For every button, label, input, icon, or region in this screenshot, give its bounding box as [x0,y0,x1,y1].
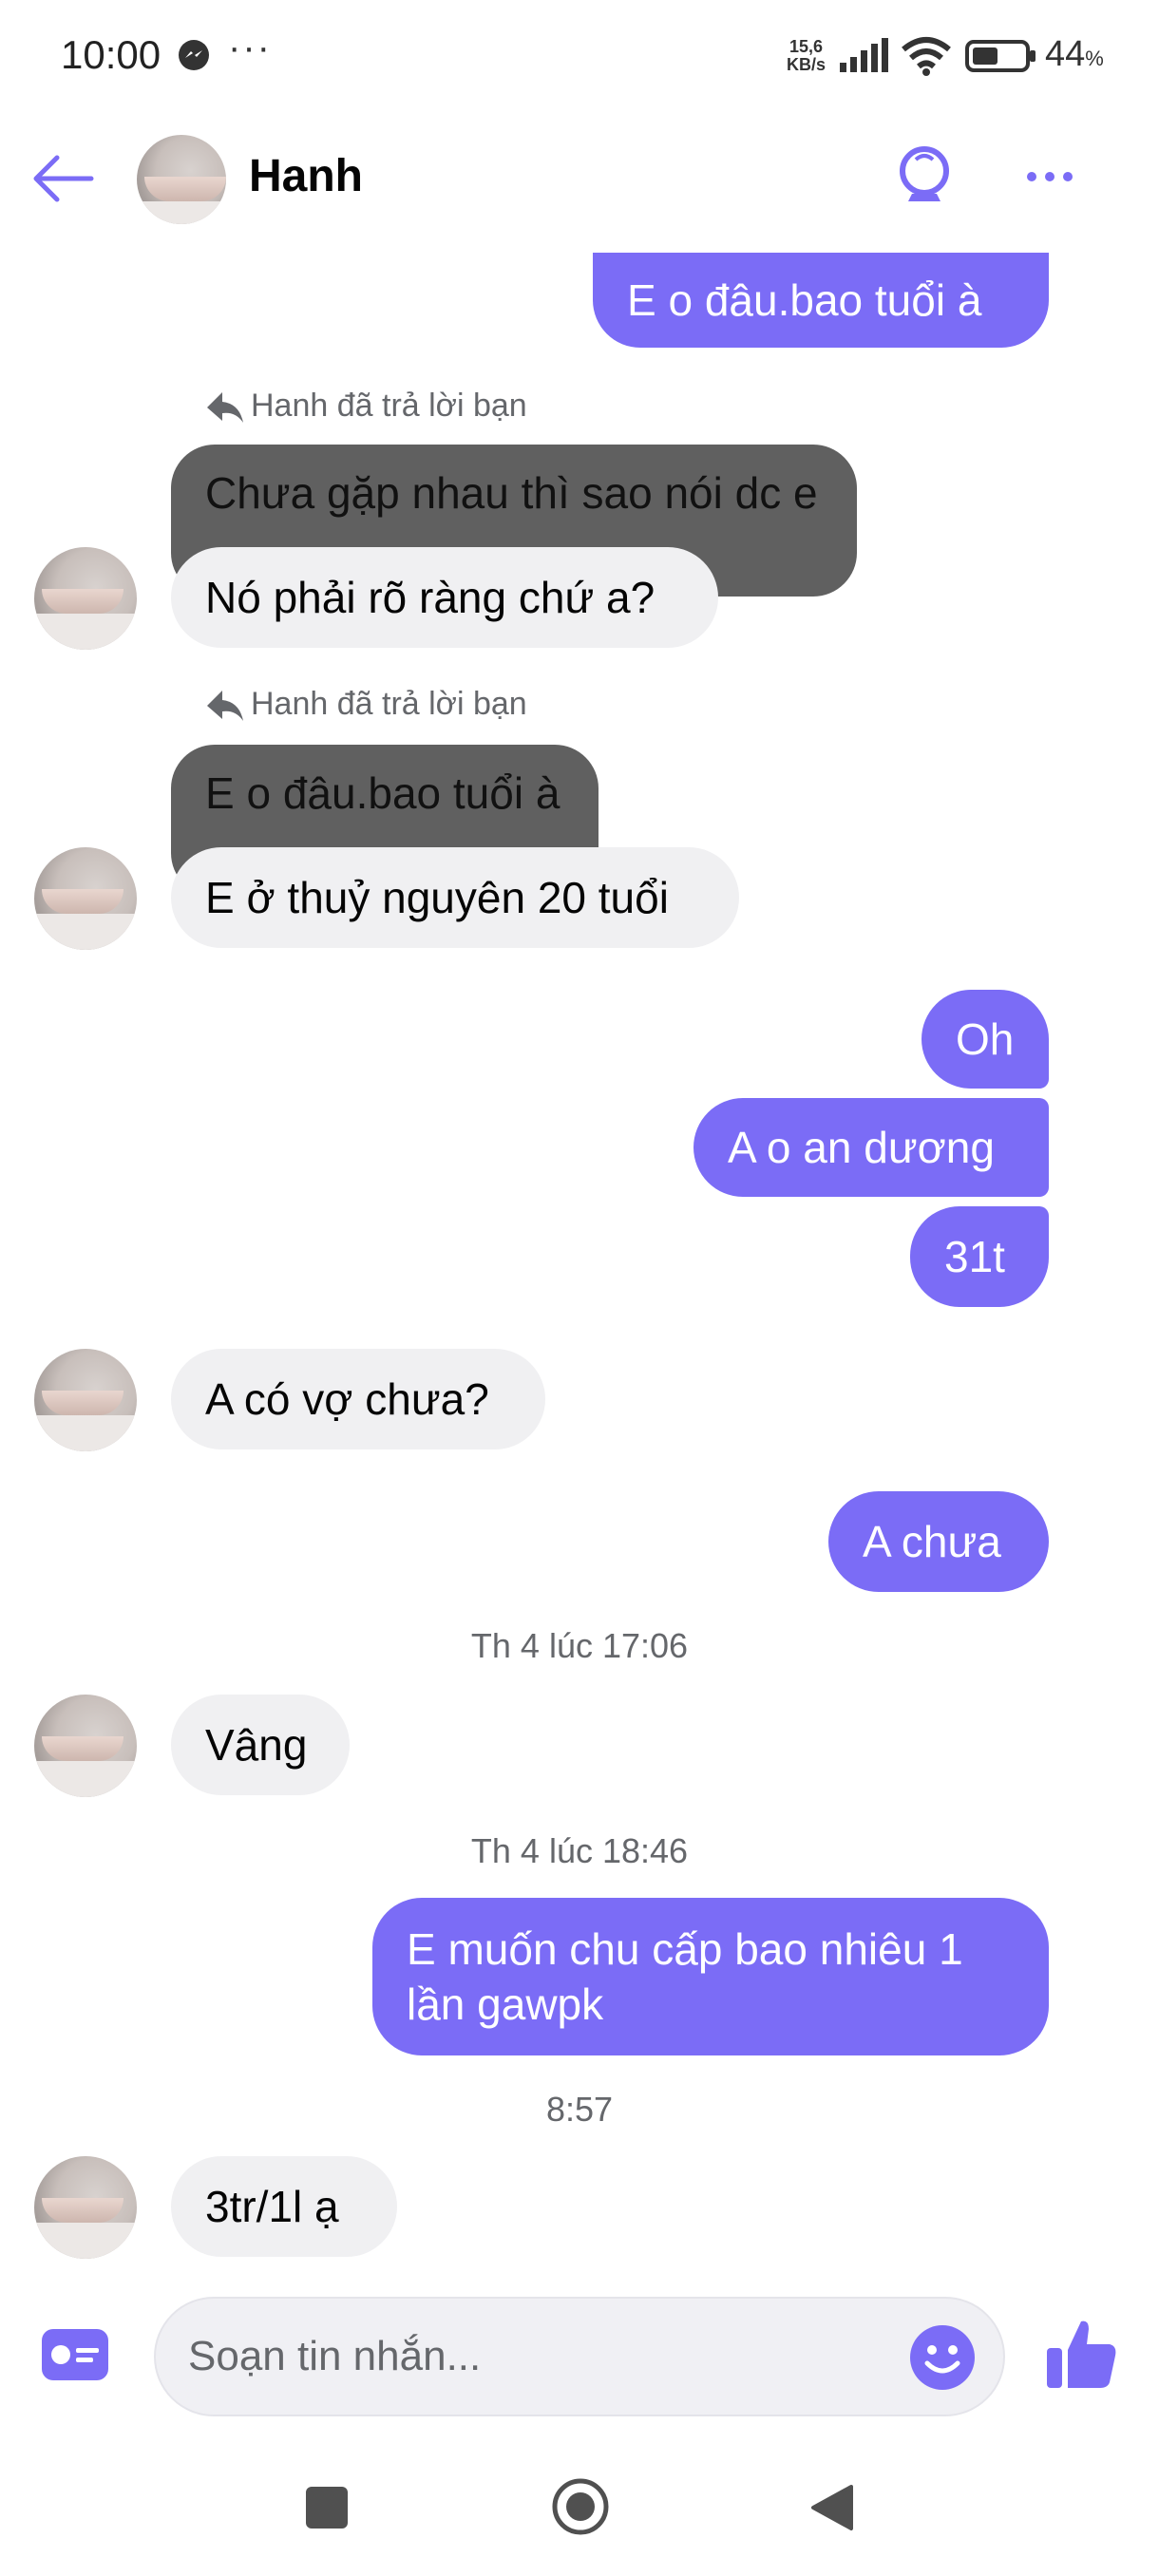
contact-avatar[interactable] [34,1695,137,1797]
battery-percent-unit: % [1085,47,1104,70]
signal-icon [840,38,888,72]
lightbulb-icon[interactable] [893,144,956,211]
message-input-placeholder[interactable]: Soạn tin nhắn... [188,2333,481,2380]
contact-avatar[interactable] [137,135,226,224]
message-outgoing[interactable]: E muốn chu cấp bao nhiêu 1 lần gawpk [372,1898,1049,2055]
more-icon[interactable] [1024,167,1075,186]
home-button[interactable] [551,2477,610,2536]
contact-name[interactable]: Hanh [249,150,363,202]
network-speed-value: 15,6 [788,37,824,56]
contact-card-icon[interactable] [40,2327,110,2382]
messenger-icon [179,40,209,70]
message-outgoing[interactable]: A o an dương [694,1098,1049,1197]
message-incoming[interactable]: E ở thuỷ nguyên 20 tuổi [171,847,739,948]
contact-avatar[interactable] [34,547,137,650]
timestamp: Th 4 lúc 17:06 [470,1626,689,1665]
wifi-icon [902,37,951,76]
message-outgoing[interactable]: E o đâu.bao tuổi à [593,253,1049,348]
network-speed-unit: KB/s [787,55,826,74]
reply-label-text: Hanh đã trả lời bạn [251,388,527,424]
reply-label: Hanh đã trả lời bạn [203,686,527,723]
recent-apps-button[interactable] [306,2487,348,2529]
emoji-icon[interactable] [908,2323,977,2392]
message-incoming[interactable]: 3tr/1l ạ [171,2156,397,2257]
contact-avatar[interactable] [34,847,137,950]
status-time: 10:00 [61,32,162,77]
battery-percent-value: 44 [1045,34,1086,74]
message-incoming[interactable]: Vâng [171,1695,350,1795]
system-back-button[interactable] [809,2483,855,2532]
message-outgoing[interactable]: Oh [922,990,1049,1089]
reply-label-text: Hanh đã trả lời bạn [251,686,527,722]
battery-percent: 44% [1045,34,1104,75]
timestamp: 8:57 [545,2090,614,2129]
reply-arrow-icon [207,391,243,423]
timestamp: Th 4 lúc 18:46 [470,1831,689,1870]
back-arrow-icon[interactable] [28,150,97,207]
contact-avatar[interactable] [34,2156,137,2259]
message-incoming[interactable]: Nó phải rõ ràng chứ a? [171,547,718,648]
message-outgoing[interactable]: 31t [910,1206,1049,1307]
status-overflow-dots: ··· [228,27,272,68]
battery-icon [965,40,1036,72]
message-outgoing[interactable]: A chưa [828,1491,1049,1592]
reply-arrow-icon [207,690,243,721]
message-incoming[interactable]: A có vợ chưa? [171,1349,545,1449]
network-speed: 15,6 KB/s [787,38,826,74]
reply-label: Hanh đã trả lời bạn [203,388,527,425]
contact-avatar[interactable] [34,1349,137,1451]
thumbs-up-icon[interactable] [1045,2316,1119,2392]
